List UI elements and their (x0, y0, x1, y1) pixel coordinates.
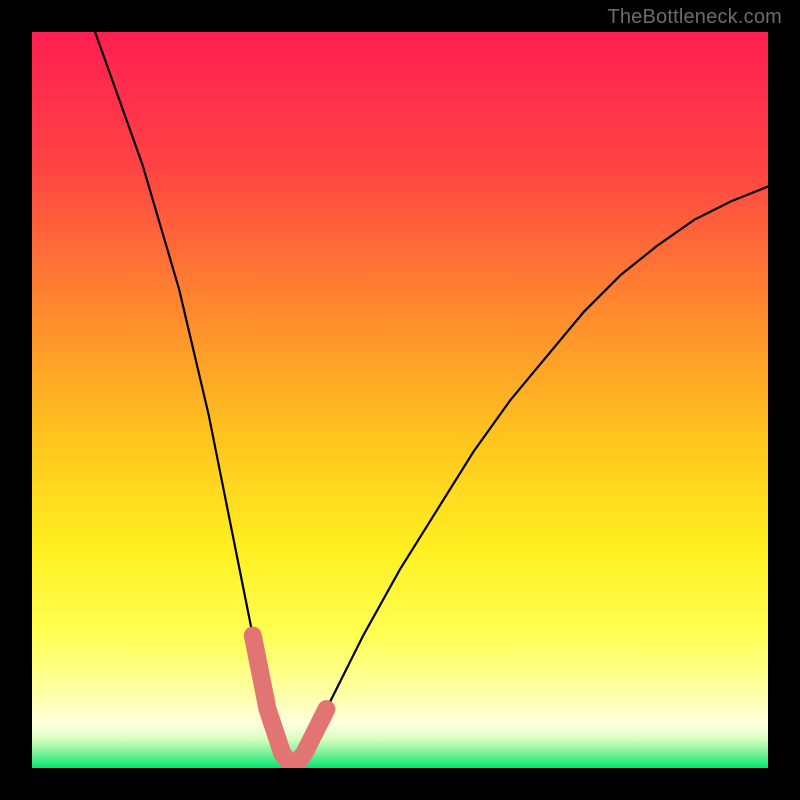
chart-svg (32, 32, 768, 768)
gradient-background (32, 32, 768, 768)
watermark-text: TheBottleneck.com (607, 6, 782, 29)
plot-area (32, 32, 768, 768)
outer-frame: TheBottleneck.com (0, 0, 800, 800)
